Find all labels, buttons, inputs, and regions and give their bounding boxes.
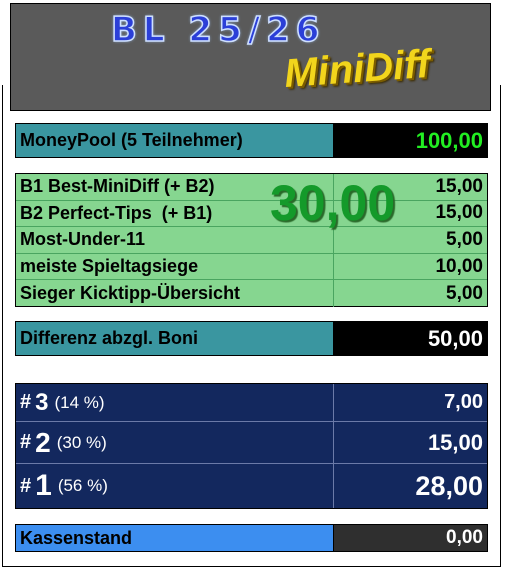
table-row: # 3 (14 %) 7,00 — [16, 384, 487, 422]
difference-value: 50,00 — [333, 321, 488, 356]
table-row: B2 Perfect-Tips (+ B1) 15,00 — [16, 200, 487, 228]
bonus-value: 5,00 — [446, 228, 483, 250]
prize-rank: 3 — [35, 388, 49, 416]
prize-rank: 2 — [35, 426, 51, 458]
prize-percent: (56 %) — [57, 476, 108, 495]
table-row: # 1 (56 %) 28,00 — [16, 464, 487, 508]
table-row: Most-Under-11 5,00 — [16, 227, 487, 254]
prize-value: 28,00 — [415, 470, 483, 501]
moneypool-value: 100,00 — [333, 123, 488, 158]
table-row: Sieger Kicktipp-Übersicht 5,00 — [16, 280, 487, 307]
moneypool-label: MoneyPool (5 Teilnehmer) — [15, 123, 333, 158]
prize-label: # 3 (14 %) — [16, 384, 334, 421]
moneypool-row: MoneyPool (5 Teilnehmer) 100,00 — [15, 123, 488, 158]
bonus-value: 10,00 — [435, 255, 483, 277]
bonus-table: B1 Best-MiniDiff (+ B2) 15,00 B2 Perfect… — [15, 173, 488, 307]
prize-rank: 1 — [35, 469, 52, 502]
prize-percent: (14 %) — [54, 392, 105, 412]
prize-percent: (30 %) — [56, 432, 107, 452]
difference-row: Differenz abzgl. Boni 50,00 — [15, 321, 488, 356]
bonus-label: Sieger Kicktipp-Übersicht — [16, 280, 334, 307]
page-title: BL 25/26 — [110, 9, 326, 51]
prize-value: 7,00 — [444, 391, 483, 413]
bonus-value: 15,00 — [435, 202, 483, 224]
prize-label: # 2 (30 %) — [16, 422, 334, 463]
prize-hash: # — [20, 431, 32, 453]
prize-hash: # — [20, 391, 32, 413]
table-row: # 2 (30 %) 15,00 — [16, 422, 487, 464]
bonus-label: B2 Perfect-Tips (+ B1) — [16, 200, 334, 227]
header-banner: BL 25/26 MiniDiff — [10, 3, 491, 111]
bonus-label: Most-Under-11 — [16, 227, 334, 253]
bonus-value: 15,00 — [435, 175, 483, 197]
prize-hash: # — [20, 474, 32, 497]
table-row: meiste Spieltagsiege 10,00 — [16, 253, 487, 281]
bonus-value: 5,00 — [446, 282, 483, 304]
page-subtitle-logo: MiniDiff — [282, 41, 432, 97]
table-row: B1 Best-MiniDiff (+ B2) 15,00 — [16, 174, 487, 201]
kassenstand-row: Kassenstand 0,00 — [15, 524, 488, 552]
prize-label: # 1 (56 %) — [16, 464, 334, 508]
kassenstand-label: Kassenstand — [15, 524, 333, 552]
bonus-label: meiste Spieltagsiege — [16, 253, 334, 280]
difference-label: Differenz abzgl. Boni — [15, 321, 333, 356]
prize-table: # 3 (14 %) 7,00 # 2 (30 %) 15,00 # 1 (56… — [15, 383, 488, 509]
kassenstand-value: 0,00 — [333, 524, 488, 552]
bonus-label: B1 Best-MiniDiff (+ B2) — [16, 174, 334, 200]
prize-value: 15,00 — [427, 429, 483, 455]
